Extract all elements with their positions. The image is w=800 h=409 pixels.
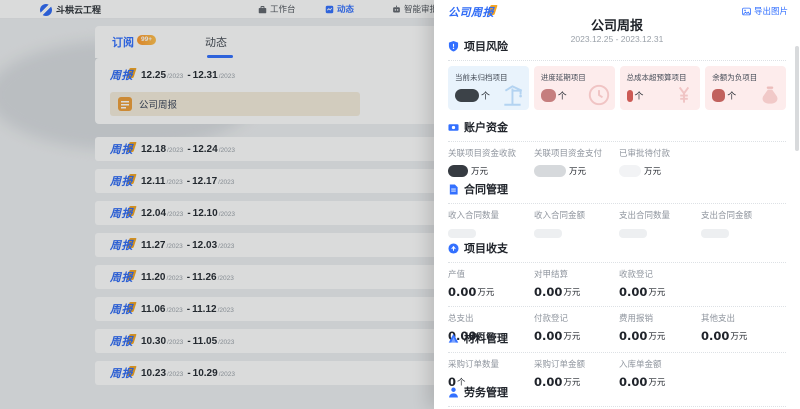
divider: [448, 406, 786, 407]
contract-icon: [448, 184, 459, 195]
risk-card-over-budget: 总成本超预算项目 个: [620, 66, 701, 110]
divider: [448, 203, 786, 204]
stat-label: 付款登记: [534, 312, 619, 324]
risk-card-delayed: 进度延期项目 个: [534, 66, 615, 110]
person-icon: [448, 387, 459, 398]
stat-label: 收入合同数量: [448, 209, 534, 221]
moneybag-icon: [757, 82, 783, 108]
risk-card-negative-balance: 余额为负项目 个: [705, 66, 786, 110]
shield-icon: [448, 41, 459, 52]
weekly-report-drawer: 公司周报 导出图片 公司周报 2023.12.25 - 2023.12.31 项…: [434, 0, 800, 409]
masked-value: [701, 229, 729, 238]
section-project-risk: 项目风险 当前未归档项目 个 进度延期项目 个 总成本超预算项目 个: [448, 38, 786, 110]
divider: [448, 141, 786, 142]
section-account-funds: 账户资金 关联项目资金收款 万元 关联项目资金支付 万元 已审批待付款 万元: [448, 119, 786, 177]
stat-label: 收款登记: [619, 268, 701, 280]
stat-label: 采购订单金额: [534, 358, 619, 370]
stat-label: 关联项目资金收款: [448, 147, 534, 159]
section-material-management: 材料管理 采购订单数量 0个 采购订单金额 0.00万元 入库单金额 0.00万…: [448, 330, 786, 388]
yuan-icon: [671, 82, 697, 108]
stat-label: 关联项目资金支付: [534, 147, 619, 159]
section-contract-management: 合同管理 收入合同数量 收入合同金额 支出合同数量 支出合同金额: [448, 181, 786, 239]
stat-label: 费用报销: [619, 312, 701, 324]
section-project-income-expense: 项目收支 产值 0.00万元 对甲结算 0.00万元 收款登记 0.00万元: [448, 240, 786, 342]
risk-card-unarchived: 当前未归档项目 个: [448, 66, 529, 110]
masked-value: [534, 165, 566, 177]
divider: [448, 352, 786, 353]
stat-cell: 产值 0.00万元: [448, 268, 534, 298]
app-root: 斗栱云工程 工作台 动态 智能审批 限免 订阅 99+ 动态 周报 12.25/…: [0, 0, 800, 409]
section-title: 材料管理: [464, 330, 508, 346]
masked-value: [455, 89, 479, 102]
stat-cell: 关联项目资金收款 万元: [448, 147, 534, 177]
stat-label: 产值: [448, 268, 534, 280]
masked-value: [712, 89, 725, 102]
section-title: 劳务管理: [464, 384, 508, 400]
stat-label: 支出合同数量: [619, 209, 701, 221]
stat-value: 0.00: [619, 285, 647, 299]
divider: [448, 306, 786, 307]
scrollbar-thumb[interactable]: [795, 46, 799, 151]
stat-label: 入库单金额: [619, 358, 701, 370]
divider: [448, 262, 786, 263]
modal-overlay[interactable]: [0, 0, 434, 409]
masked-value: [448, 165, 468, 177]
divider: [448, 60, 786, 61]
materials-icon: [448, 333, 459, 344]
stat-label: 对甲结算: [534, 268, 619, 280]
masked-value: [534, 229, 562, 238]
crane-icon: [500, 82, 526, 108]
stat-value: 0.00: [448, 285, 476, 299]
stat-cell: 支出合同金额: [701, 209, 786, 239]
stat-cell: 关联项目资金支付 万元: [534, 147, 619, 177]
masked-value: [627, 90, 633, 102]
stat-label: 其他支出: [701, 312, 786, 324]
stat-label: 总支出: [448, 312, 534, 324]
stat-label: 收入合同金额: [534, 209, 619, 221]
masked-value: [619, 229, 647, 238]
section-labor-management: 劳务管理: [448, 384, 786, 407]
masked-value: [448, 229, 476, 238]
stat-cell: 对甲结算 0.00万元: [534, 268, 619, 298]
stat-label: 已审批待付款: [619, 147, 701, 159]
stat-cell: 收入合同金额: [534, 209, 619, 239]
stat-value: 0.00: [534, 285, 562, 299]
income-expense-icon: [448, 243, 459, 254]
masked-value: [541, 89, 556, 102]
stat-cell: 已审批待付款 万元: [619, 147, 701, 177]
drawer-logo: 公司周报: [448, 4, 494, 20]
clock-icon: [586, 82, 612, 108]
section-title: 项目风险: [464, 38, 508, 54]
stat-cell: 收入合同数量: [448, 209, 534, 239]
masked-value: [619, 165, 641, 177]
section-title: 账户资金: [464, 119, 508, 135]
stat-cell: 支出合同数量: [619, 209, 701, 239]
section-title: 合同管理: [464, 181, 508, 197]
stat-label: 采购订单数量: [448, 358, 534, 370]
stat-label: 支出合同金额: [701, 209, 786, 221]
section-title: 项目收支: [464, 240, 508, 256]
funds-icon: [448, 122, 459, 133]
stat-cell: 收款登记 0.00万元: [619, 268, 701, 298]
